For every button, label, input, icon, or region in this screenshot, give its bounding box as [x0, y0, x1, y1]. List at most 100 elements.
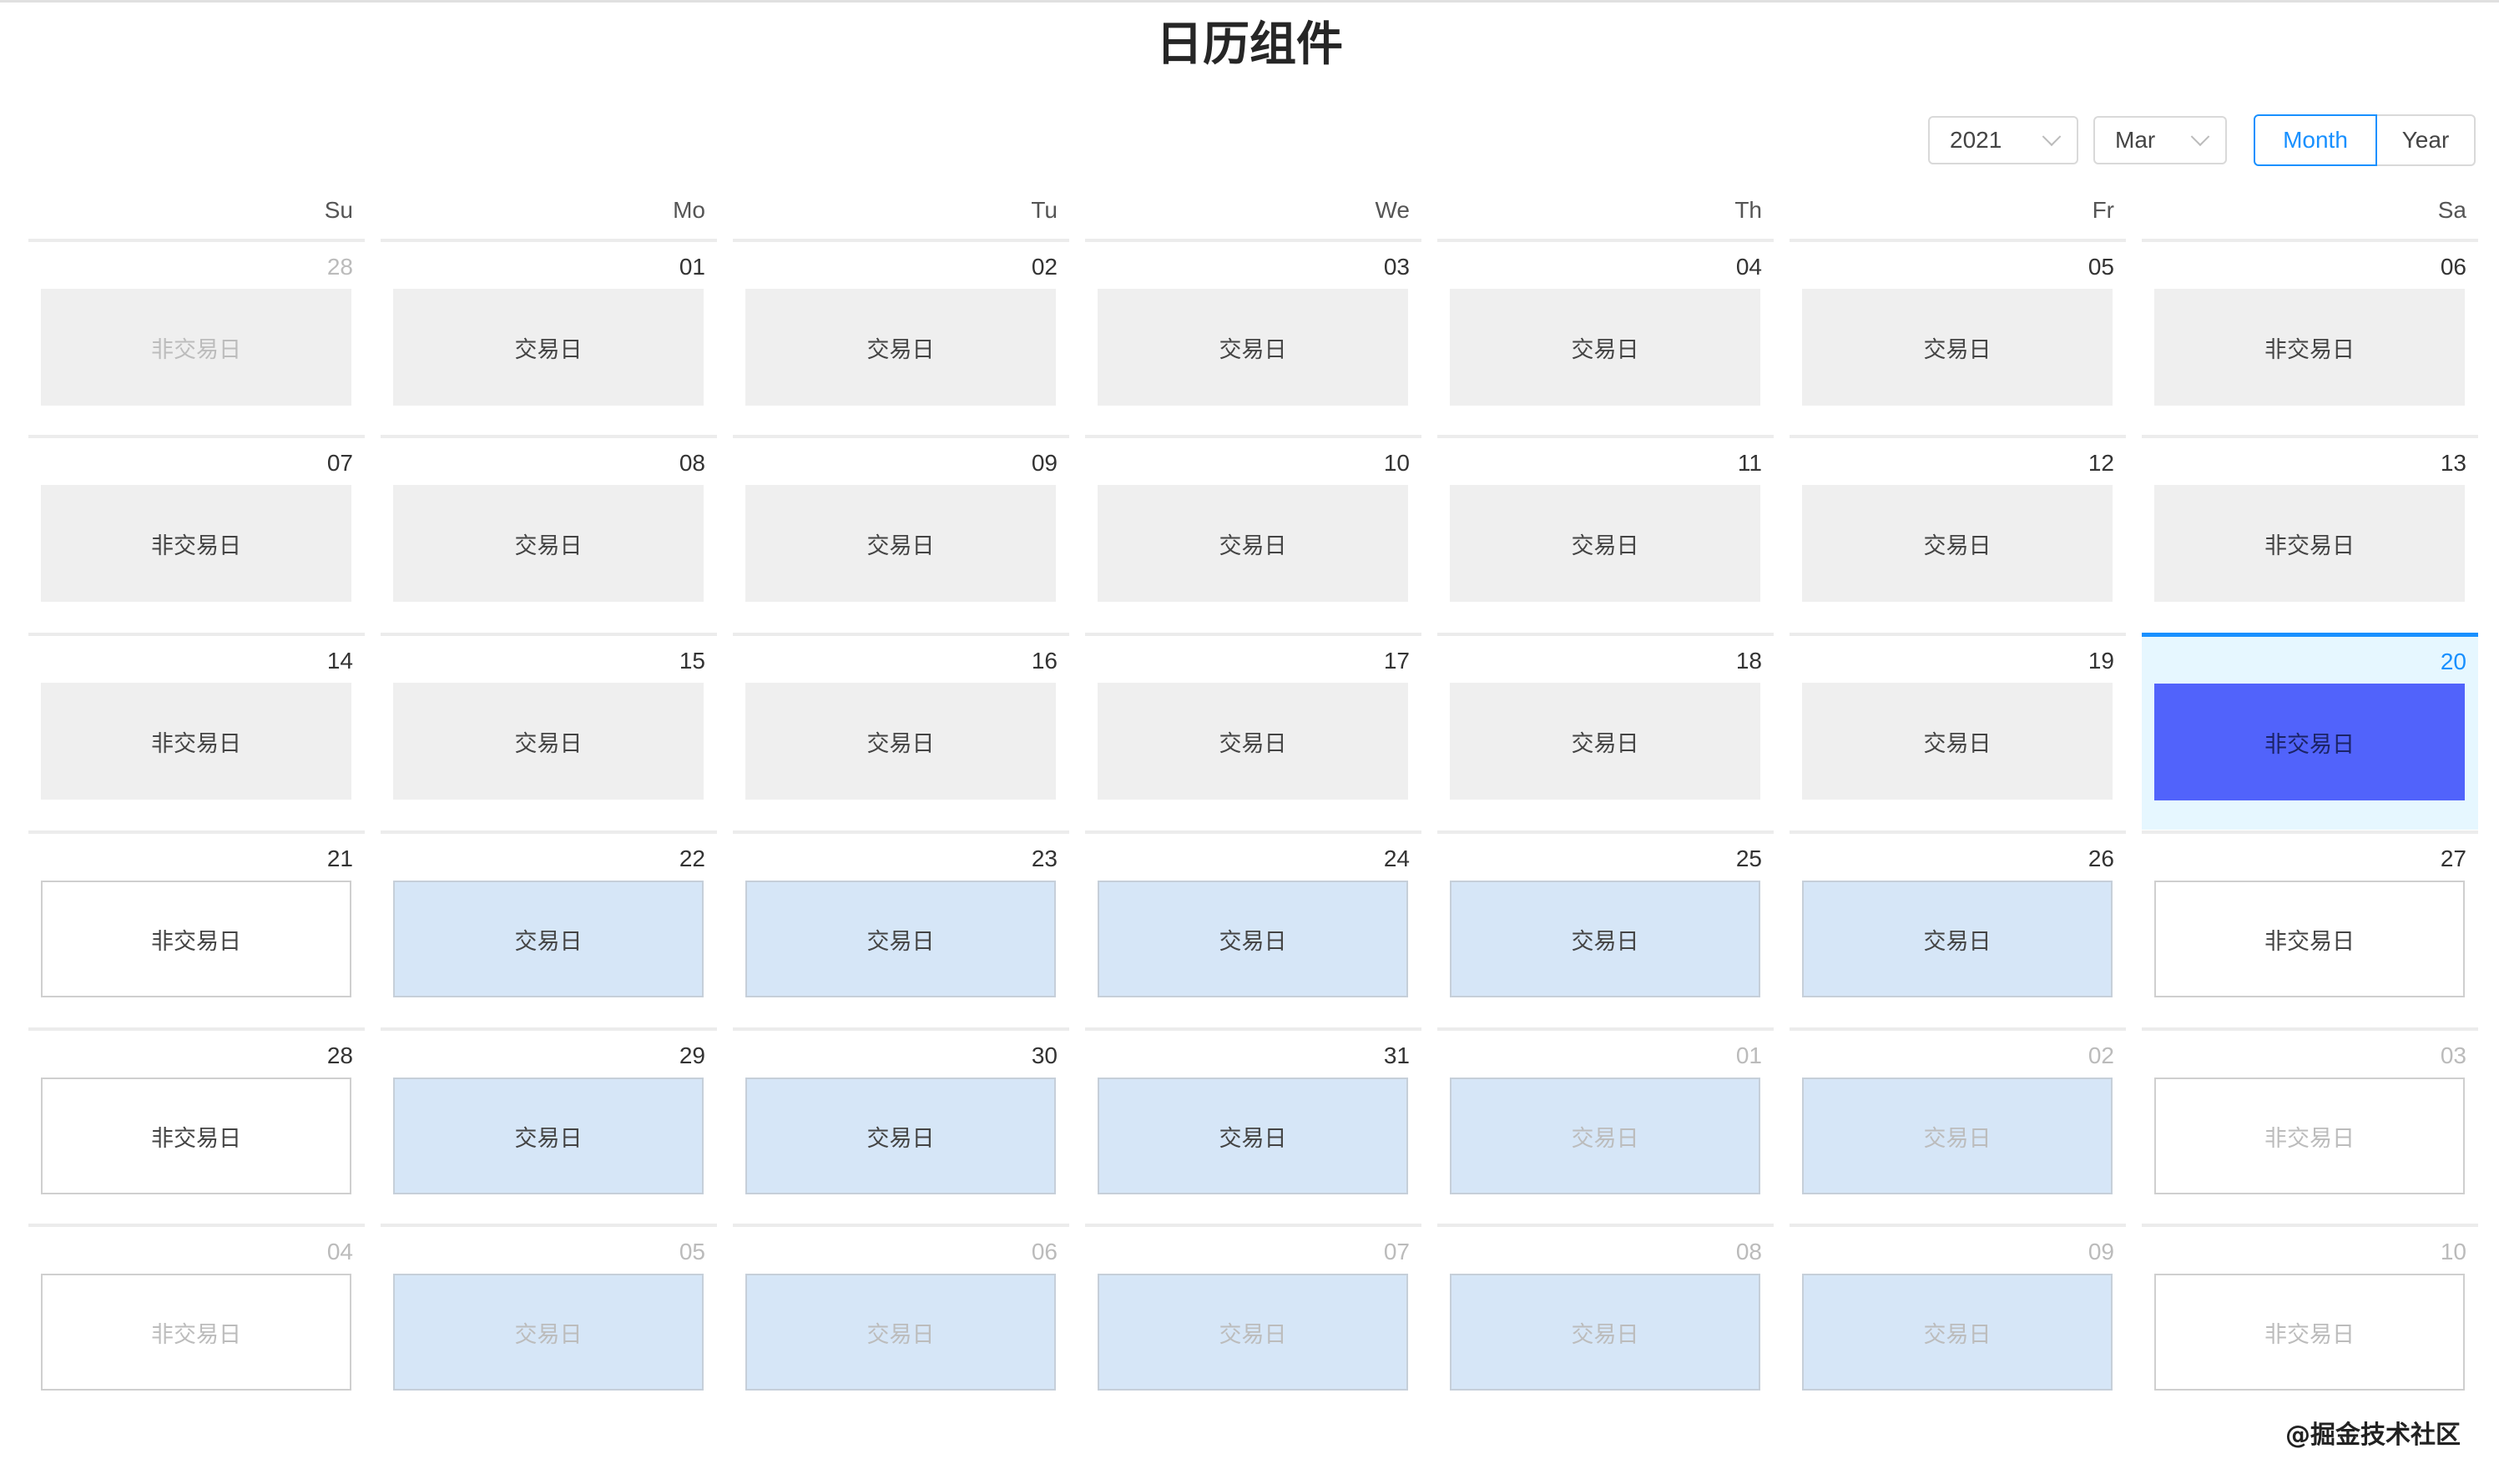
calendar-cell[interactable]: 15 交易日 — [381, 633, 717, 830]
trading-day-badge: 交易日 — [745, 1078, 1056, 1194]
month-mode-button[interactable]: Month — [2254, 114, 2377, 166]
cell-date: 01 — [1735, 1042, 1762, 1068]
year-select-value: 2021 — [1950, 127, 2002, 153]
trading-day-badge: 交易日 — [745, 881, 1056, 997]
trading-day-badge: 交易日 — [1450, 289, 1760, 406]
calendar-cell[interactable]: 11 交易日 — [1437, 435, 1774, 632]
calendar-cell[interactable]: 25 交易日 — [1437, 830, 1774, 1027]
calendar-cell[interactable]: 01 交易日 — [1437, 1027, 1774, 1224]
year-select[interactable]: 2021 — [1928, 116, 2078, 164]
calendar-cell[interactable]: 13 非交易日 — [2142, 435, 2478, 632]
cell-date: 23 — [1031, 845, 1058, 871]
chevron-down-icon — [2190, 127, 2210, 147]
top-divider — [0, 0, 2499, 3]
calendar-cell[interactable]: 05 交易日 — [381, 1224, 717, 1421]
cell-date: 10 — [2440, 1239, 2466, 1264]
calendar-cell[interactable]: 10 非交易日 — [2142, 1224, 2478, 1421]
weekday-label: Mo — [673, 197, 705, 223]
page-title: 日历组件 — [1156, 18, 1343, 72]
month-select[interactable]: Mar — [2093, 116, 2227, 164]
cell-date: 07 — [1383, 1239, 1410, 1264]
calendar-cell[interactable]: 21 非交易日 — [28, 830, 365, 1027]
non-trading-day-badge: 非交易日 — [2154, 289, 2465, 406]
trading-day-badge: 交易日 — [393, 485, 704, 602]
trading-day-badge: 交易日 — [1802, 485, 2113, 602]
calendar-cell[interactable]: 06 非交易日 — [2142, 239, 2478, 436]
calendar-cell[interactable]: 23 交易日 — [733, 830, 1069, 1027]
calendar-cell[interactable]: 28 非交易日 — [28, 1027, 365, 1224]
calendar-cell[interactable]: 02 交易日 — [1790, 1027, 2126, 1224]
calendar-cell[interactable]: 28 非交易日 — [28, 239, 365, 436]
trading-day-badge: 交易日 — [1802, 1078, 2113, 1194]
calendar-cell[interactable]: 09 交易日 — [1790, 1224, 2126, 1421]
calendar-cell[interactable]: 30 交易日 — [733, 1027, 1069, 1224]
trading-day-badge: 交易日 — [393, 1078, 704, 1194]
cell-date: 05 — [679, 1239, 705, 1264]
calendar-cell[interactable]: 07 非交易日 — [28, 435, 365, 632]
calendar-cell[interactable]: 03 交易日 — [1085, 239, 1421, 436]
cell-date: 04 — [1735, 254, 1762, 280]
cell-date: 09 — [2088, 1239, 2114, 1264]
calendar-cell[interactable]: 04 交易日 — [1437, 239, 1774, 436]
calendar-cell-selected[interactable]: 20 非交易日 — [2142, 633, 2478, 830]
calendar-cell[interactable]: 14 非交易日 — [28, 633, 365, 830]
calendar-cell[interactable]: 09 交易日 — [733, 435, 1069, 632]
calendar-cell[interactable]: 27 非交易日 — [2142, 830, 2478, 1027]
calendar-cell[interactable]: 03 非交易日 — [2142, 1027, 2478, 1224]
cell-date: 07 — [326, 450, 353, 476]
calendar-cell[interactable]: 07 交易日 — [1085, 1224, 1421, 1421]
trading-day-badge: 交易日 — [1450, 881, 1760, 997]
trading-day-badge: 交易日 — [1098, 1078, 1408, 1194]
trading-day-badge: 交易日 — [393, 289, 704, 406]
trading-day-badge: 交易日 — [745, 289, 1056, 406]
cell-date: 22 — [679, 845, 705, 871]
cell-date: 15 — [679, 648, 705, 674]
weekday-label: Tu — [1031, 197, 1058, 223]
calendar-cell[interactable]: 31 交易日 — [1085, 1027, 1421, 1224]
trading-day-badge: 交易日 — [1450, 1078, 1760, 1194]
trading-day-badge: 交易日 — [1450, 683, 1760, 800]
calendar-cell[interactable]: 22 交易日 — [381, 830, 717, 1027]
trading-day-badge: 交易日 — [1450, 1274, 1760, 1391]
calendar-cell[interactable]: 08 交易日 — [1437, 1224, 1774, 1421]
cell-date: 02 — [1031, 254, 1058, 280]
calendar-cell[interactable]: 02 交易日 — [733, 239, 1069, 436]
cell-date: 08 — [1735, 1239, 1762, 1264]
calendar-cell[interactable]: 05 交易日 — [1790, 239, 2126, 436]
cell-date: 31 — [1383, 1042, 1410, 1068]
cell-date: 26 — [2088, 845, 2114, 871]
trading-day-badge: 交易日 — [1098, 289, 1408, 406]
calendar-cell[interactable]: 10 交易日 — [1085, 435, 1421, 632]
calendar-cell[interactable]: 24 交易日 — [1085, 830, 1421, 1027]
calendar-cell[interactable]: 01 交易日 — [381, 239, 717, 436]
cell-date: 01 — [679, 254, 705, 280]
weekday-label: Sa — [2437, 197, 2466, 223]
trading-day-badge: 交易日 — [745, 1274, 1056, 1391]
cell-date: 14 — [326, 648, 353, 674]
trading-day-badge: 交易日 — [1802, 1274, 2113, 1391]
trading-day-badge: 交易日 — [393, 683, 704, 800]
calendar-cell[interactable]: 19 交易日 — [1790, 633, 2126, 830]
cell-date: 17 — [1383, 648, 1410, 674]
calendar-cell[interactable]: 29 交易日 — [381, 1027, 717, 1224]
trading-day-badge: 交易日 — [1098, 881, 1408, 997]
non-trading-day-badge: 非交易日 — [2154, 1078, 2465, 1194]
calendar-cell[interactable]: 17 交易日 — [1085, 633, 1421, 830]
calendar-cell[interactable]: 04 非交易日 — [28, 1224, 365, 1421]
weekday-label: Fr — [2092, 197, 2114, 223]
cell-date: 28 — [326, 254, 353, 280]
calendar-cell[interactable]: 12 交易日 — [1790, 435, 2126, 632]
calendar-cell[interactable]: 16 交易日 — [733, 633, 1069, 830]
calendar-cell[interactable]: 18 交易日 — [1437, 633, 1774, 830]
cell-date: 12 — [2088, 450, 2114, 476]
weekday-label: We — [1375, 197, 1411, 223]
calendar-cell[interactable]: 06 交易日 — [733, 1224, 1069, 1421]
calendar-cell[interactable]: 26 交易日 — [1790, 830, 2126, 1027]
year-mode-button[interactable]: Year — [2377, 114, 2476, 166]
cell-date: 27 — [2440, 845, 2466, 871]
cell-date: 06 — [1031, 1239, 1058, 1264]
weekday-label: Th — [1734, 197, 1762, 223]
cell-date: 24 — [1383, 845, 1410, 871]
non-trading-day-badge: 非交易日 — [2154, 881, 2465, 997]
calendar-cell[interactable]: 08 交易日 — [381, 435, 717, 632]
